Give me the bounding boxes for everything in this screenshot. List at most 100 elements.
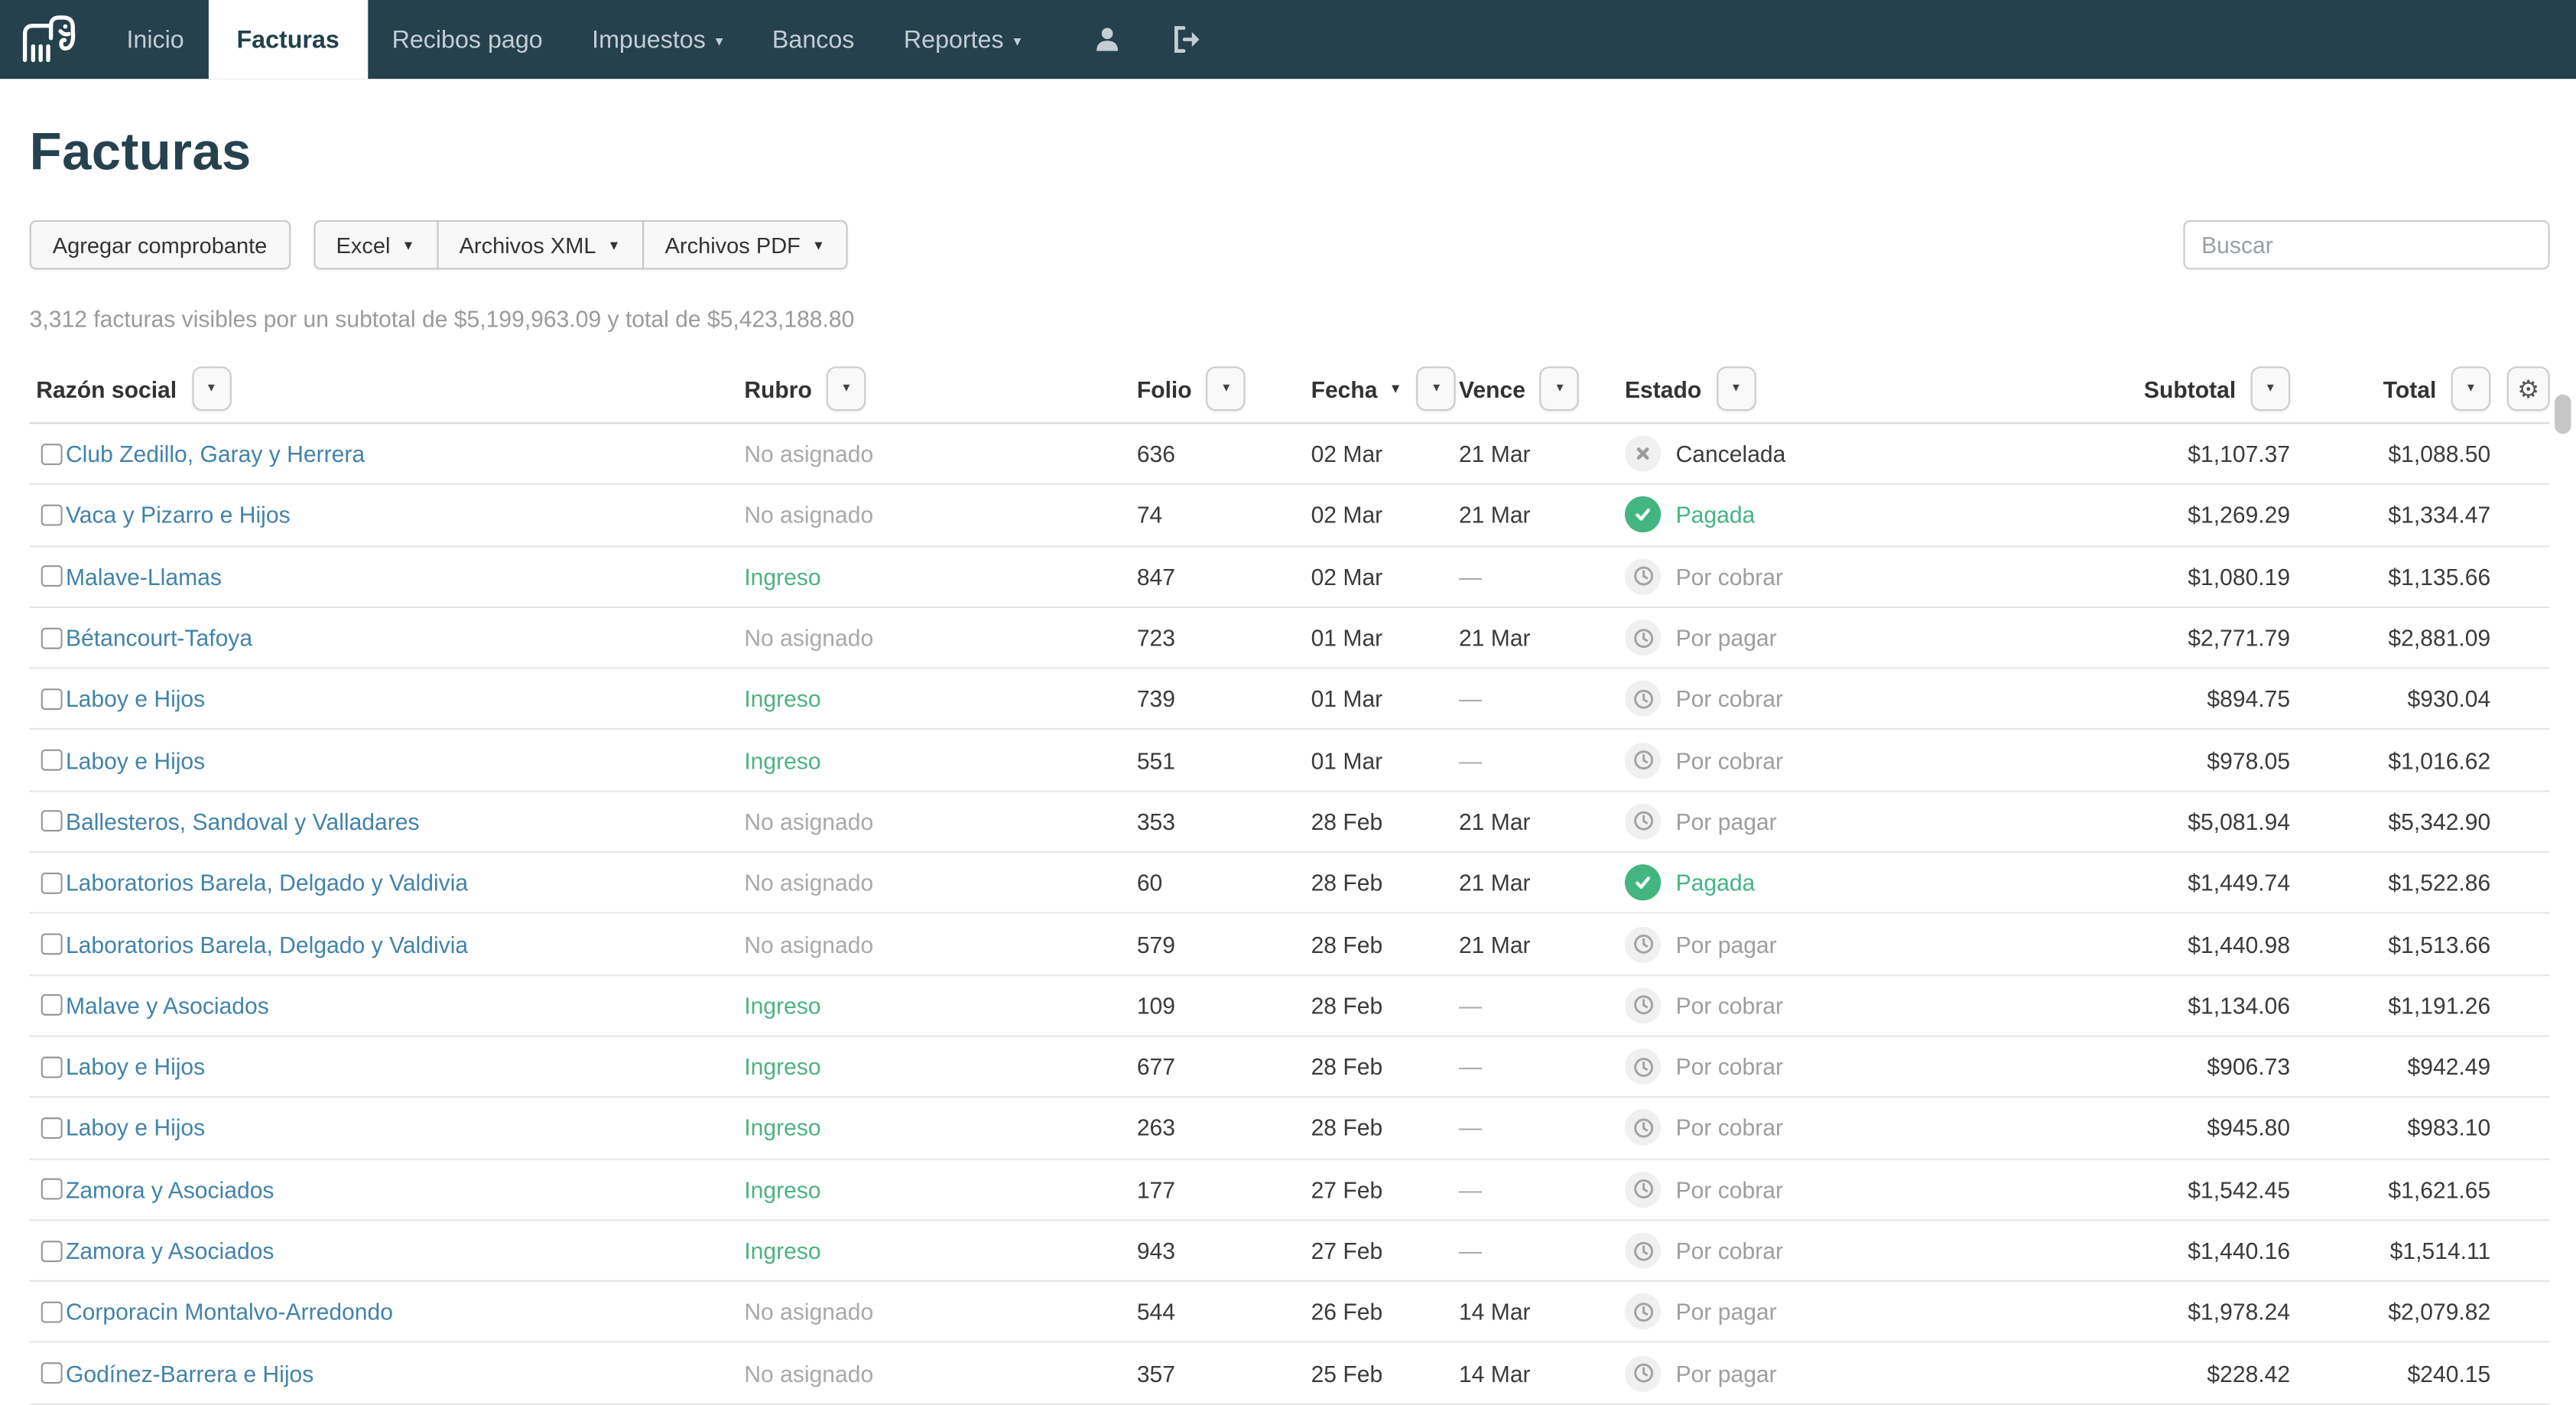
subtotal-value: $1,134.06 — [2188, 992, 2290, 1018]
chevron-down-icon: ▼ — [2265, 383, 2276, 395]
estado-label: Por cobrar — [1676, 1053, 1783, 1079]
row-checkbox[interactable] — [41, 750, 63, 771]
x-circle-icon — [1625, 436, 1661, 472]
nav-item-bancos[interactable]: Bancos — [748, 0, 879, 79]
estado-label: Cancelada — [1676, 441, 1786, 467]
row-checkbox[interactable] — [41, 1056, 63, 1078]
razon-social-link[interactable]: Zamora y Asociados — [66, 1176, 274, 1202]
folio-value: 177 — [1137, 1176, 1175, 1202]
total-value: $2,881.09 — [2388, 625, 2490, 651]
nav-item-recibos-pago[interactable]: Recibos pago — [367, 0, 567, 79]
total-value: $942.49 — [2408, 1053, 2491, 1079]
table-settings-button[interactable]: ⚙ — [2507, 366, 2550, 411]
user-menu-button[interactable] — [1069, 0, 1148, 79]
row-checkbox[interactable] — [41, 1117, 63, 1139]
nav-menu: Inicio Facturas Recibos pago Impuestos ▾… — [102, 0, 1045, 79]
vence-value: — — [1459, 1238, 1482, 1264]
clock-circle-icon — [1625, 987, 1661, 1023]
sign-out-icon — [1172, 24, 1204, 54]
vertical-scrollbar-thumb[interactable] — [2555, 395, 2571, 434]
razon-social-link[interactable]: Laboratorios Barela, Delgado y Valdivia — [66, 931, 468, 957]
estado-filter-button[interactable]: ▼ — [1717, 366, 1756, 411]
archivos-xml-label: Archivos XML — [460, 233, 596, 257]
subtotal-value: $1,269.29 — [2188, 502, 2290, 528]
subtotal-value: $1,107.37 — [2188, 441, 2290, 467]
archivos-pdf-dropdown-button[interactable]: Archivos PDF ▼ — [642, 220, 848, 269]
razon-social-link[interactable]: Godínez-Barrera e Hijos — [66, 1360, 313, 1386]
chevron-down-icon: ▼ — [812, 237, 825, 252]
table-row: Laboy e Hijos Ingreso 263 28 Feb — Por c… — [30, 1098, 2550, 1159]
row-checkbox[interactable] — [41, 1301, 63, 1322]
razon-social-link[interactable]: Corporacin Montalvo-Arredondo — [66, 1299, 393, 1325]
row-checkbox[interactable] — [41, 1179, 63, 1200]
subtotal-value: $1,080.19 — [2188, 563, 2290, 589]
vence-value: — — [1459, 1053, 1482, 1079]
subtotal-value: $978.05 — [2207, 747, 2290, 773]
razon-social-link[interactable]: Malave-Llamas — [66, 563, 222, 589]
chevron-down-icon: ▾ — [716, 34, 723, 48]
row-checkbox[interactable] — [41, 872, 63, 893]
search-input[interactable] — [2183, 220, 2549, 269]
add-comprobante-button[interactable]: Agregar comprobante — [30, 220, 291, 269]
razon-social-link[interactable]: Laboy e Hijos — [66, 1053, 205, 1079]
folio-filter-button[interactable]: ▼ — [1207, 366, 1246, 411]
gear-icon: ⚙ — [2517, 374, 2539, 404]
subtotal-value: $1,978.24 — [2188, 1299, 2290, 1325]
subtotal-value: $5,081.94 — [2188, 808, 2290, 834]
razon-social-link[interactable]: Laboy e Hijos — [66, 747, 205, 773]
row-checkbox[interactable] — [41, 1240, 63, 1261]
nav-item-impuestos[interactable]: Impuestos ▾ — [567, 0, 748, 79]
total-value: $240.15 — [2408, 1360, 2491, 1386]
row-checkbox[interactable] — [41, 1362, 63, 1384]
rubro-label: Ingreso — [744, 563, 820, 589]
excel-dropdown-button[interactable]: Excel ▼ — [313, 220, 437, 269]
nav-item-reportes[interactable]: Reportes ▾ — [879, 0, 1046, 79]
razon-social-link[interactable]: Malave y Asociados — [66, 992, 269, 1018]
razon-social-link[interactable]: Zamora y Asociados — [66, 1238, 274, 1264]
row-checkbox[interactable] — [41, 688, 63, 710]
vence-filter-button[interactable]: ▼ — [1540, 366, 1580, 411]
razon-social-link[interactable]: Laboy e Hijos — [66, 1115, 205, 1141]
estado-label: Por cobrar — [1676, 747, 1783, 773]
folio-value: 353 — [1137, 808, 1175, 834]
rubro-filter-button[interactable]: ▼ — [827, 366, 866, 411]
table-row: Vaca y Pizarro e Hijos No asignado 74 02… — [30, 485, 2550, 546]
column-fecha[interactable]: Fecha — [1311, 376, 1378, 402]
estado-label: Por pagar — [1676, 1299, 1777, 1325]
rubro-label: Ingreso — [744, 1238, 820, 1264]
nav-item-facturas[interactable]: Facturas — [209, 0, 367, 79]
row-checkbox[interactable] — [41, 811, 63, 832]
row-checkbox[interactable] — [41, 566, 63, 587]
razon-social-link[interactable]: Laboy e Hijos — [66, 686, 205, 712]
column-rubro: Rubro — [744, 376, 812, 402]
archivos-xml-dropdown-button[interactable]: Archivos XML ▼ — [436, 220, 643, 269]
fecha-filter-button[interactable]: ▼ — [1417, 366, 1457, 411]
logout-button[interactable] — [1148, 0, 1228, 79]
razon-social-link[interactable]: Ballesteros, Sandoval y Valladares — [66, 808, 420, 834]
razon-social-link[interactable]: Bétancourt-Tafoya — [66, 625, 252, 651]
archivos-pdf-label: Archivos PDF — [665, 233, 801, 257]
subtotal-filter-button[interactable]: ▼ — [2251, 366, 2291, 411]
row-checkbox[interactable] — [41, 933, 63, 955]
column-folio: Folio — [1137, 376, 1192, 402]
row-checkbox[interactable] — [41, 995, 63, 1016]
row-checkbox[interactable] — [41, 627, 63, 649]
clock-circle-icon — [1625, 742, 1661, 778]
check-circle-icon — [1625, 497, 1661, 533]
subtotal-value: $2,771.79 — [2188, 625, 2290, 651]
nav-item-inicio[interactable]: Inicio — [102, 0, 209, 79]
vence-value: 21 Mar — [1459, 808, 1531, 834]
razon-social-link[interactable]: Club Zedillo, Garay y Herrera — [66, 441, 365, 467]
row-checkbox[interactable] — [41, 504, 63, 525]
razon-social-link[interactable]: Vaca y Pizarro e Hijos — [66, 502, 291, 528]
subtotal-value: $1,449.74 — [2188, 870, 2290, 896]
table-row: Club Zedillo, Garay y Herrera No asignad… — [30, 424, 2550, 485]
brand-logo[interactable] — [0, 0, 102, 79]
razon-social-filter-button[interactable]: ▼ — [192, 366, 232, 411]
total-filter-button[interactable]: ▼ — [2451, 366, 2491, 411]
razon-social-link[interactable]: Laboratorios Barela, Delgado y Valdivia — [66, 870, 468, 896]
user-icon — [1093, 24, 1123, 54]
clock-circle-icon — [1625, 1110, 1661, 1146]
row-checkbox[interactable] — [41, 443, 63, 464]
chevron-down-icon: ▼ — [1220, 383, 1232, 395]
